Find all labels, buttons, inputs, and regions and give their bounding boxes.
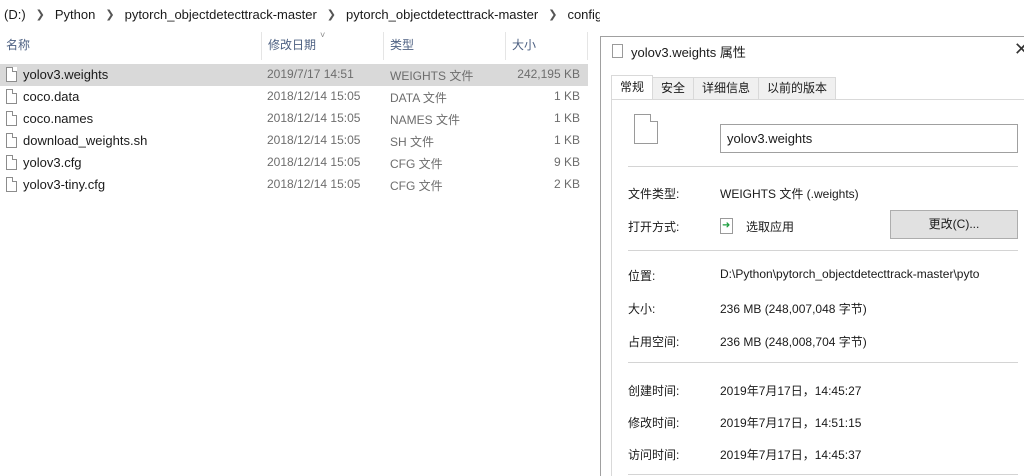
file-modified: 2019/7/17 14:51 — [267, 67, 354, 81]
modified-label: 修改时间: — [628, 416, 680, 430]
list-item[interactable]: coco.names 2018/12/14 15:05 NAMES 文件 1 K… — [0, 108, 588, 130]
sort-indicator-icon: ˅ — [320, 30, 326, 40]
size-label: 大小: — [628, 302, 656, 316]
created-value: 2019年7月17日，14:45:27 — [720, 384, 862, 398]
column-header-name[interactable]: 名称 — [0, 32, 262, 60]
list-item[interactable]: yolov3-tiny.cfg 2018/12/14 15:05 CFG 文件 … — [0, 174, 588, 196]
file-size: 2 KB — [553, 177, 580, 191]
filename-input[interactable] — [720, 124, 1018, 153]
file-modified: 2018/12/14 15:05 — [267, 155, 361, 169]
file-modified: 2018/12/14 15:05 — [267, 89, 361, 103]
general-panel: 文件类型: WEIGHTS 文件 (.weights) 打开方式: ➜ 选取应用… — [611, 99, 1024, 476]
dialog-title: yolov3.weights 属性 — [631, 45, 746, 60]
column-header: 名称 修改日期 ˅ 类型 大小 — [0, 30, 588, 60]
file-name: yolov3.weights — [23, 67, 109, 82]
tab-security[interactable]: 安全 — [652, 77, 695, 99]
divider — [628, 250, 1018, 251]
location-label: 位置: — [628, 269, 656, 283]
file-name: yolov3.cfg — [23, 155, 82, 170]
location-value: D:\Python\pytorch_objectdetecttrack-mast… — [720, 267, 980, 281]
tab-previous-versions[interactable]: 以前的版本 — [758, 77, 837, 99]
file-list: yolov3.weights 2019/7/17 14:51 WEIGHTS 文… — [0, 64, 588, 196]
file-size: 1 KB — [553, 133, 580, 147]
breadcrumb-config[interactable]: config — [563, 7, 600, 22]
divider — [628, 362, 1018, 363]
divider — [628, 474, 1018, 475]
breadcrumb-project[interactable]: pytorch_objectdetecttrack-master — [121, 7, 321, 22]
breadcrumb: (D:) ❯ Python ❯ pytorch_objectdetecttrac… — [0, 0, 600, 28]
file-type: WEIGHTS 文件 — [390, 69, 474, 83]
file-size: 242,195 KB — [517, 67, 580, 81]
dialog-tabs: 常规 安全 详细信息 以前的版本 — [611, 75, 837, 99]
file-icon — [6, 177, 17, 192]
file-modified: 2018/12/14 15:05 — [267, 111, 361, 125]
file-icon — [612, 44, 623, 58]
file-icon — [6, 155, 17, 170]
file-type-value: WEIGHTS 文件 (.weights) — [720, 187, 859, 201]
file-name: download_weights.sh — [23, 133, 148, 148]
file-name: coco.data — [23, 89, 80, 104]
file-icon — [6, 89, 17, 104]
file-size: 9 KB — [553, 155, 580, 169]
change-button[interactable]: 更改(C)... — [890, 210, 1018, 239]
disk-size-value: 236 MB (248,008,704 字节) — [720, 335, 867, 349]
disk-size-label: 占用空间: — [628, 335, 680, 349]
chevron-right-icon[interactable]: ❯ — [99, 8, 120, 21]
breadcrumb-drive[interactable]: (D:) — [0, 7, 30, 22]
column-header-size[interactable]: 大小 — [506, 32, 588, 60]
list-item[interactable]: download_weights.sh 2018/12/14 15:05 SH … — [0, 130, 588, 152]
open-with-label: 打开方式: — [628, 220, 680, 234]
chevron-right-icon[interactable]: ❯ — [542, 8, 563, 21]
file-icon — [6, 111, 17, 126]
file-modified: 2018/12/14 15:05 — [267, 133, 361, 147]
tab-details[interactable]: 详细信息 — [693, 77, 760, 99]
file-type: CFG 文件 — [390, 157, 443, 171]
open-with-value: 选取应用 — [746, 220, 795, 234]
list-item[interactable]: yolov3.cfg 2018/12/14 15:05 CFG 文件 9 KB — [0, 152, 588, 174]
column-header-type[interactable]: 类型 — [384, 32, 506, 60]
dialog-titlebar[interactable]: yolov3.weights 属性 ✕ — [601, 37, 1024, 65]
file-type: DATA 文件 — [390, 91, 447, 105]
file-size: 1 KB — [553, 111, 580, 125]
file-modified: 2018/12/14 15:05 — [267, 177, 361, 191]
accessed-value: 2019年7月17日，14:45:37 — [720, 448, 862, 462]
chevron-right-icon[interactable]: ❯ — [30, 8, 51, 21]
file-name: yolov3-tiny.cfg — [23, 177, 106, 192]
tab-general[interactable]: 常规 — [611, 75, 654, 99]
file-type: NAMES 文件 — [390, 113, 461, 127]
close-icon[interactable]: ✕ — [1014, 39, 1024, 60]
file-icon — [6, 67, 17, 82]
list-item[interactable]: coco.data 2018/12/14 15:05 DATA 文件 1 KB — [0, 86, 588, 108]
divider — [628, 166, 1018, 167]
list-item[interactable]: yolov3.weights 2019/7/17 14:51 WEIGHTS 文… — [0, 64, 588, 86]
properties-dialog: yolov3.weights 属性 ✕ 常规 安全 详细信息 以前的版本 文件类… — [600, 36, 1024, 476]
size-value: 236 MB (248,007,048 字节) — [720, 302, 867, 316]
app-icon: ➜ — [720, 218, 733, 234]
file-type: SH 文件 — [390, 135, 435, 149]
breadcrumb-python[interactable]: Python — [51, 7, 99, 22]
breadcrumb-project-inner[interactable]: pytorch_objectdetecttrack-master — [342, 7, 542, 22]
accessed-label: 访问时间: — [628, 448, 680, 462]
file-size: 1 KB — [553, 89, 580, 103]
created-label: 创建时间: — [628, 384, 680, 398]
file-type-label: 文件类型: — [628, 187, 680, 201]
file-icon — [6, 133, 17, 148]
modified-value: 2019年7月17日，14:51:15 — [720, 416, 862, 430]
file-icon — [634, 114, 658, 144]
chevron-right-icon[interactable]: ❯ — [321, 8, 342, 21]
file-type: CFG 文件 — [390, 179, 443, 193]
file-name: coco.names — [23, 111, 94, 126]
